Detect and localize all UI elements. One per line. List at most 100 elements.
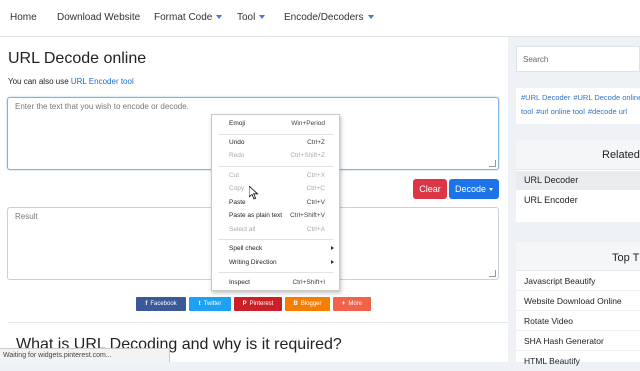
share-pinterest-button[interactable]: P Pinterest [234,297,282,311]
submenu-arrow-icon [331,246,334,250]
chevron-down-icon [216,15,223,20]
top-tools-title: Top T [612,252,640,264]
resize-handle-icon[interactable] [489,160,496,167]
mouse-pointer-icon [249,186,259,200]
menu-item-select-all: Select all Ctrl+A [212,223,339,236]
menu-item-label: Cut [229,172,240,179]
top-tools-widget: Top T Javascript Beautify Website Downlo… [516,242,640,371]
plus-icon: + [341,301,346,307]
chevron-down-icon [259,15,266,20]
nav-encode-decoders-label: Encode/Decoders [284,12,364,23]
menu-item-emoji[interactable]: Emoji Win+Period [212,117,339,130]
top-tool-item[interactable]: Rotate Video [516,312,640,331]
top-tool-item[interactable]: SHA Hash Generator [516,332,640,351]
menu-item-label: Spell check [229,245,263,252]
menu-separator [218,166,333,167]
nav-format-code-label: Format Code [154,12,213,23]
search-input[interactable]: Search [516,46,640,72]
share-pinterest-label: Pinterest [249,301,274,307]
nav-home[interactable]: Home [10,12,37,23]
tag-row: tool #url online tool #decode url [521,106,635,117]
menu-separator [218,134,333,135]
tag-link[interactable]: tool [521,107,533,116]
share-twitter-button[interactable]: t Twitter [189,297,231,311]
section-divider [8,322,508,323]
menu-item-shortcut: Ctrl+A [306,226,325,233]
menu-item-paste-plain-text[interactable]: Paste as plain text Ctrl+Shift+V [212,209,339,222]
menu-item-shortcut: Ctrl+Shift+V [289,212,325,219]
also-use-prefix: You can also use [8,77,69,86]
related-widget: Related URL Decoder URL Encoder [516,140,640,222]
menu-item-shortcut: Ctrl+Shift+Z [290,152,325,159]
tag-link[interactable]: #url online tool [536,107,585,116]
menu-item-label: Writing Direction [229,259,277,266]
menu-item-shortcut: Win+Period [291,120,325,127]
browser-status-bar: Waiting for widgets.pinterest.com... [0,348,170,362]
input-placeholder: Enter the text that you wish to encode o… [15,102,189,111]
nav-format-code[interactable]: Format Code [154,12,223,23]
tag-link[interactable]: #decode url [588,107,627,116]
menu-item-label: Undo [229,139,245,146]
nav-download-website[interactable]: Download Website [57,12,140,23]
menu-item-label: Select all [229,226,256,233]
decode-button[interactable]: Decode [449,179,499,199]
menu-item-shortcut: Ctrl+Shift+I [292,279,325,286]
facebook-icon: f [145,301,148,307]
nav-tool[interactable]: Tool [237,12,266,23]
share-blogger-label: Blogger [300,301,322,307]
decode-button-label: Decode [454,184,487,194]
url-encoder-link[interactable]: URL Encoder tool [71,77,134,86]
top-tools-header: Top T [516,242,640,271]
share-facebook-label: Facebook [150,301,177,307]
menu-item-shortcut: Ctrl+Z [307,139,325,146]
clear-button[interactable]: Clear [413,179,447,199]
chevron-down-icon [367,15,374,20]
menu-item-shortcut: Ctrl+V [306,199,325,206]
menu-separator [218,239,333,240]
related-header: Related [516,140,640,170]
submenu-arrow-icon [331,260,334,264]
share-more-label: More [348,301,363,307]
related-item-url-encoder[interactable]: URL Encoder [516,191,640,210]
menu-item-label: Copy [229,185,245,192]
menu-item-shortcut: Ctrl+C [306,185,325,192]
share-blogger-button[interactable]: B Blogger [285,297,330,311]
menu-item-paste[interactable]: Paste Ctrl+V [212,196,339,209]
menu-item-label: Inspect [229,279,250,286]
related-title: Related [602,149,640,161]
nav-encode-decoders[interactable]: Encode/Decoders [284,12,374,23]
tag-link[interactable]: #URL Decoder [521,93,570,102]
related-item-url-decoder[interactable]: URL Decoder [516,171,640,190]
menu-item-spell-check[interactable]: Spell check [212,242,339,255]
blogger-icon: B [293,301,298,307]
share-facebook-button[interactable]: f Facebook [136,297,186,311]
chevron-down-icon [489,188,494,192]
tag-row: #URL Decoder #URL Decode online [521,92,640,103]
page-title: URL Decode online [8,50,147,67]
top-tool-item[interactable]: Website Download Online [516,292,640,311]
menu-item-cut: Cut Ctrl+X [212,169,339,182]
share-more-button[interactable]: + More [333,297,371,311]
tag-link[interactable]: #URL Decode online [573,93,640,102]
tag-cloud: #URL Decoder #URL Decode online tool #url … [516,88,640,124]
menu-item-shortcut: Ctrl+X [306,172,325,179]
top-tool-item[interactable]: Javascript Beautify [516,272,640,291]
top-navigation-bar: Home Download Website Format Code Tool E… [0,0,640,37]
menu-item-label: Paste as plain text [229,212,283,219]
menu-item-label: Redo [229,152,245,159]
menu-item-label: Emoji [229,120,246,127]
nav-tool-label: Tool [237,12,256,23]
menu-item-redo: Redo Ctrl+Shift+Z [212,149,339,162]
menu-item-undo[interactable]: Undo Ctrl+Z [212,136,339,149]
context-menu: Emoji Win+Period Undo Ctrl+Z Redo Ctrl+Shif… [211,114,340,291]
menu-item-copy: Copy Ctrl+C [212,182,339,195]
pinterest-icon: P [242,301,247,307]
result-label: Result [15,212,38,221]
resize-handle-icon[interactable] [489,270,496,277]
menu-item-writing-direction[interactable]: Writing Direction [212,256,339,269]
menu-item-inspect[interactable]: Inspect Ctrl+Shift+I [212,276,339,289]
menu-item-label: Paste [229,199,246,206]
menu-separator [218,272,333,273]
share-twitter-label: Twitter [203,301,222,307]
twitter-icon: t [198,301,201,307]
